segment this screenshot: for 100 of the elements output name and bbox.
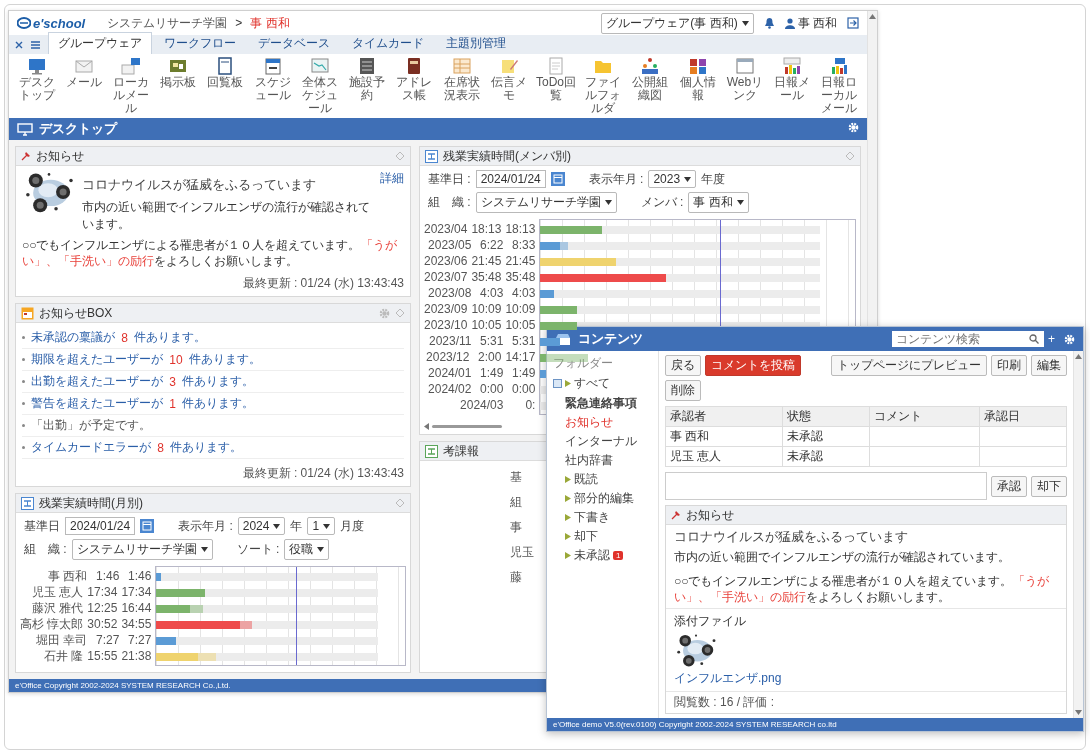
time-value: 2:00	[477, 350, 502, 364]
row-label: 2023/08	[428, 286, 472, 300]
row-label: 2023/07	[424, 270, 468, 284]
time-value: 21:45	[471, 254, 502, 268]
row-label: 2023/09	[424, 302, 468, 316]
time-value: 0:00	[479, 382, 504, 396]
folder-label: フォルダー	[553, 355, 614, 372]
time-value: 21:45	[505, 254, 536, 268]
row-label: 2023/04	[424, 222, 468, 236]
field-label: 組 織 :	[24, 541, 67, 558]
field-label: ソート :	[236, 541, 280, 558]
time-value: 35:48	[505, 270, 536, 284]
row-label: 石井 隆	[44, 647, 84, 665]
unit-label: 年	[290, 517, 303, 535]
footer: e'Office demo V5.0(rev.0100) Copyright 2002-2024 SYSTEM RESEARCH co.ltd	[547, 718, 1083, 731]
time-value: 1:46	[95, 569, 120, 583]
table-cell: 未承認	[782, 446, 870, 467]
updated-time: 最終更新 : 01/24 (水) 13:43:43	[241, 465, 404, 482]
table-cell: 児玉 恵人	[665, 446, 783, 467]
article-headline: コロナウイルスが猛威をふるっています	[674, 528, 909, 546]
row-label: 2024/01	[428, 366, 472, 380]
panel-title: 残業実績時間(メンバ別)	[443, 147, 571, 165]
time-value: 16:44	[121, 601, 152, 615]
unit-label: 年度	[701, 170, 726, 188]
time-value: 8:33	[511, 238, 536, 252]
panel-title: お知らせBOX	[39, 304, 113, 322]
panel-title: お知らせ	[36, 147, 84, 165]
time-value: 4:03	[479, 286, 504, 300]
logo-text: e'school	[33, 15, 86, 31]
row-label: 2023/06	[424, 254, 468, 268]
time-value: 14:17	[505, 350, 536, 364]
time-value: 5:31	[479, 334, 504, 348]
time-value: 10:05	[471, 318, 502, 332]
row-label: 2023/12	[426, 350, 470, 364]
time-value: 7:27	[127, 633, 152, 647]
count-badge: 1	[613, 551, 624, 560]
field-label: 表示年月 :	[588, 170, 644, 188]
table-cell: 未承認	[782, 426, 870, 447]
field-label: 表示年月 :	[178, 517, 233, 535]
row-label: 2023/11	[428, 334, 472, 348]
time-value: 18:13	[471, 222, 502, 236]
field-label: 組 織 :	[428, 194, 471, 211]
panel-title: 考課報	[443, 442, 479, 460]
time-value: 4:03	[511, 286, 536, 300]
breadcrumb-separator: >	[235, 16, 243, 30]
attachment-label: 添付ファイル	[674, 613, 746, 630]
time-value: 17:34	[121, 585, 152, 599]
time-value: 10:09	[471, 302, 502, 316]
time-value: 0:00	[511, 382, 536, 396]
row-label: 事 西和	[48, 567, 88, 585]
row-label: 高杉 惇太郎	[20, 615, 84, 633]
time-value: 35:48	[471, 270, 502, 284]
time-value: 5:31	[511, 334, 536, 348]
user-name: 事 西和	[250, 14, 290, 32]
field-label: 基準日	[24, 517, 60, 535]
time-value: 1:49	[479, 366, 504, 380]
row-label: 堀田 幸司	[36, 631, 88, 649]
notice-text: 「出勤」が予定です。	[22, 417, 151, 434]
time-value: 12:25	[87, 601, 118, 615]
article-text: 市内の近い範囲でインフルエンザの流行が確認されています。	[674, 549, 1011, 566]
time-value: 30:52	[87, 617, 118, 631]
row-label: 2024/02	[428, 382, 472, 396]
time-value: 6:22	[479, 238, 504, 252]
notice-headline: コロナウイルスが猛威をふるっています	[82, 176, 317, 194]
row-label: 2023/10	[424, 318, 468, 332]
time-value: 10:09	[505, 302, 536, 316]
panel-title: お知らせ	[686, 506, 734, 524]
column-header: 承認者	[665, 406, 783, 427]
article-text: ○○でもインフルエンザによる罹患者が１０人を超えています。「うがい」、「手洗い」の励行をよろしくお願いします。	[674, 573, 1050, 605]
field-label: 基準日 :	[428, 170, 471, 188]
unit-label: 月度	[340, 517, 365, 535]
time-value: 18:13	[505, 222, 536, 236]
notice-text: 市内の近い範囲でインフルエンザの流行が確認されています。	[82, 199, 371, 233]
time-value: 34:55	[121, 617, 152, 631]
row-label: 児玉	[510, 544, 534, 561]
time-value: 21:38	[121, 649, 152, 663]
row-label: 2024/03	[460, 398, 504, 412]
time-value: 1:46	[127, 569, 152, 583]
updated-time: 最終更新 : 01/24 (水) 13:43:43	[241, 275, 404, 292]
row-label: 事	[510, 519, 522, 536]
notice-text: ○○でもインフルエンザによる罹患者が１０人を超えています。「うがい」、「手洗い」の励行をよろしくお願いします。	[22, 237, 398, 269]
time-value: 7:27	[95, 633, 120, 647]
time-value: 1:49	[511, 366, 536, 380]
table-cell: 事 西和	[665, 426, 783, 447]
row-label: 藤沢 雅代	[32, 599, 84, 617]
page-title: デスクトップ	[39, 120, 117, 138]
time-value: 17:34	[87, 585, 118, 599]
window-title: コンテンツ	[578, 330, 643, 348]
time-value: 15:55	[87, 649, 118, 663]
row-label: 藤	[510, 569, 522, 586]
time-value: 10:05	[505, 318, 536, 332]
row-label: 組	[510, 494, 522, 511]
row-label: 2023/05	[428, 238, 472, 252]
time-value: 0:	[524, 398, 536, 412]
view-stats: 閲覧数 : 16 / 評価 :	[666, 691, 1066, 713]
panel-title: 残業実績時間(月別)	[39, 494, 143, 512]
column-header: コメント	[869, 406, 980, 427]
column-header: 承認日	[979, 406, 1067, 427]
field-label: メンバ :	[640, 194, 684, 211]
row-label: 基	[510, 469, 522, 486]
